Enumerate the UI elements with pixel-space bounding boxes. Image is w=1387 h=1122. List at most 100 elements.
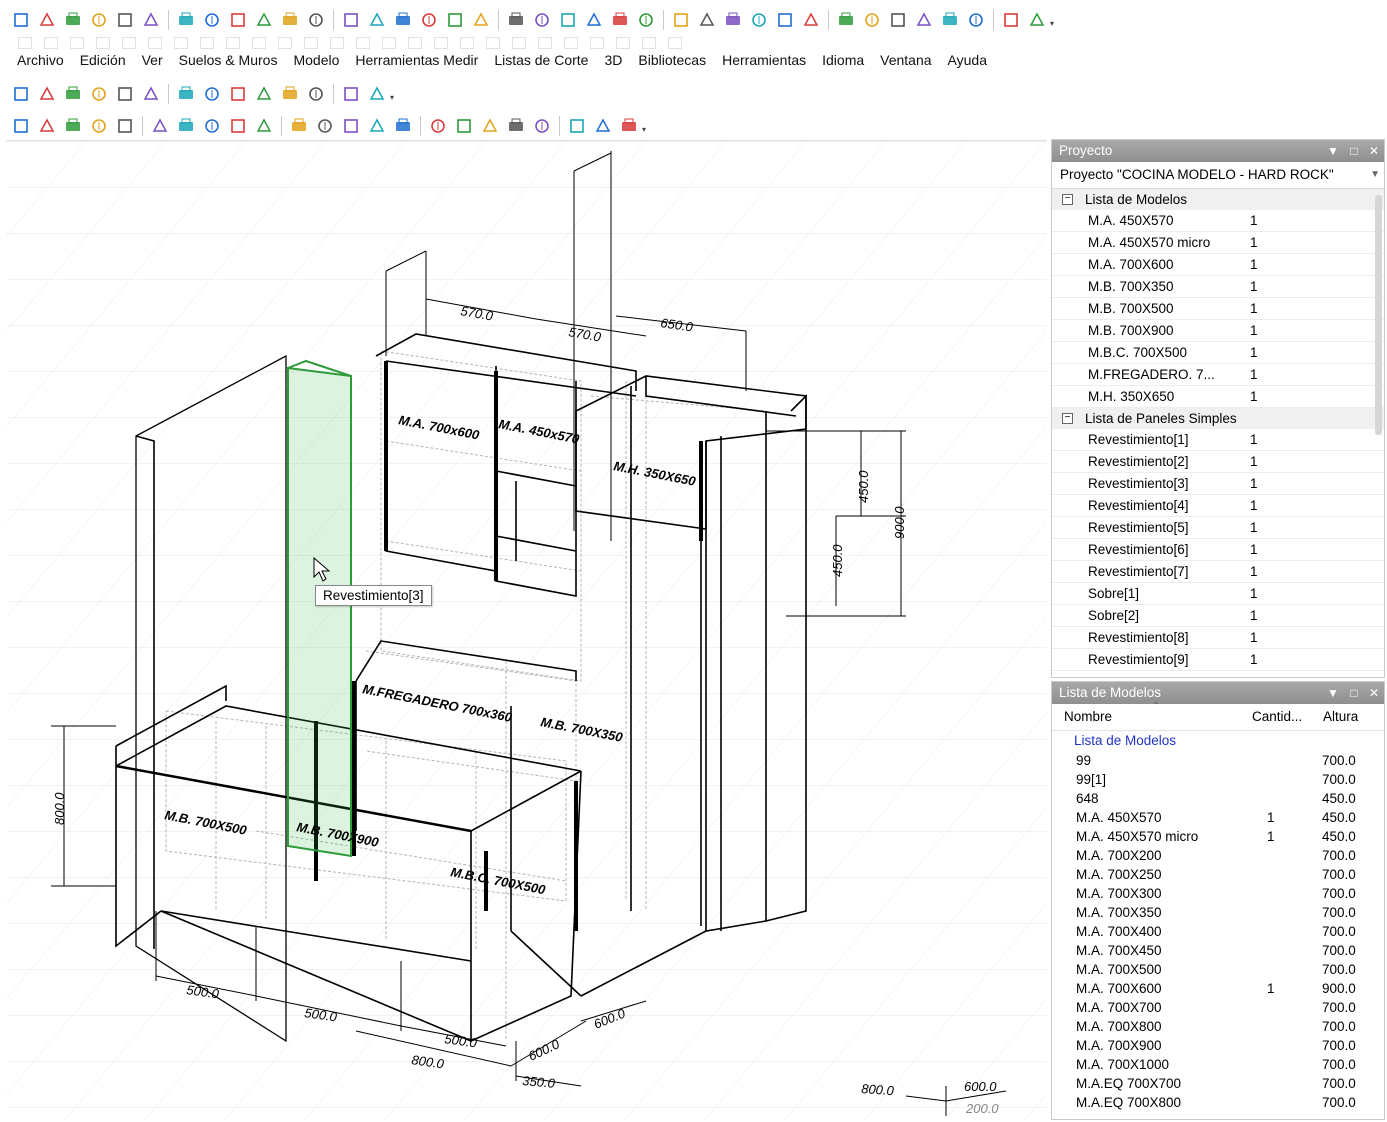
cabinet3-blue-icon[interactable] — [776, 11, 794, 29]
material-icon[interactable] — [507, 117, 525, 135]
pencil-icon[interactable] — [637, 11, 655, 29]
tree-group[interactable]: − Lista de Modelos — [1052, 189, 1384, 210]
tree-row[interactable]: Revestimiento[4] 1 — [1052, 495, 1384, 517]
panel-menu-icon[interactable]: ▼ — [1324, 140, 1342, 162]
menu-item-2[interactable]: Ver — [133, 50, 170, 70]
shape4-icon[interactable] — [90, 117, 108, 135]
tree-row[interactable]: Revestimiento[1] 1 — [1052, 429, 1384, 451]
panel-icon[interactable] — [342, 117, 360, 135]
grid-icon[interactable] — [394, 117, 412, 135]
print-icon[interactable] — [116, 11, 134, 29]
menu-item-3[interactable]: Suelos & Muros — [170, 50, 285, 70]
shape2-icon[interactable] — [38, 117, 56, 135]
arrange-icon[interactable] — [429, 117, 447, 135]
menu-item-11[interactable]: Ventana — [871, 50, 938, 70]
panel-float-icon[interactable]: □ — [1345, 682, 1363, 704]
grid-red-icon[interactable] — [507, 11, 525, 29]
list-edit-icon[interactable] — [698, 11, 716, 29]
zoom-out-icon[interactable] — [941, 11, 959, 29]
zoom-extent-icon[interactable] — [967, 11, 985, 29]
view-cube1-icon[interactable] — [64, 85, 82, 103]
redo-icon[interactable] — [203, 11, 221, 29]
column-header-cantidad[interactable]: Cantid... — [1252, 704, 1302, 730]
tree-row[interactable]: Revestimiento[3] 1 — [1052, 473, 1384, 495]
tree-row[interactable]: M.B. 700X350 1 — [1052, 276, 1384, 298]
tree-row[interactable]: M.FREGADERO. 7... 1 — [1052, 364, 1384, 386]
render-cube1-icon[interactable] — [281, 85, 299, 103]
menu-item-9[interactable]: Herramientas — [713, 50, 813, 70]
panel-close-icon[interactable]: ✕ — [1365, 682, 1383, 704]
cabinet-drawing[interactable]: M.A. 700x600 M.A. 450x570 M.H. 350X650 M… — [6, 141, 1046, 1119]
3d-viewport[interactable]: M.A. 700x600 M.A. 450x570 M.H. 350X650 M… — [6, 140, 1046, 1119]
measure-icon[interactable] — [594, 117, 612, 135]
chevron-down-icon[interactable]: ▼ — [1370, 162, 1380, 188]
tree-row[interactable]: M.B. 700X500 1 — [1052, 298, 1384, 320]
tree-row[interactable]: Sobre[1] 1 — [1052, 583, 1384, 605]
tree-row[interactable]: M.H. 350X650 1 — [1052, 386, 1384, 408]
list-row[interactable]: M.A. 700X350 700.0 — [1052, 903, 1384, 922]
copy-view-icon[interactable] — [281, 11, 299, 29]
tree-row[interactable]: Revestimiento[9] 1 — [1052, 649, 1384, 671]
open-project-icon[interactable] — [38, 11, 56, 29]
list-row[interactable]: M.A. 700X700 700.0 — [1052, 998, 1384, 1017]
brush-icon[interactable] — [481, 117, 499, 135]
iso-cube2-icon[interactable] — [203, 85, 221, 103]
module-icon[interactable] — [255, 117, 273, 135]
cabinet2-blue-icon[interactable] — [750, 11, 768, 29]
column-header-altura[interactable]: Altura — [1323, 704, 1358, 730]
iso-cube1-icon[interactable] — [177, 85, 195, 103]
tree-row[interactable]: M.B. 700X900 1 — [1052, 320, 1384, 342]
drawer-icon[interactable] — [316, 117, 334, 135]
toolbar-overflow-icon[interactable]: ▾ — [390, 85, 396, 103]
shape3-icon[interactable] — [64, 117, 82, 135]
panel-menu-icon[interactable]: ▼ — [1324, 682, 1342, 704]
tree-row[interactable]: Revestimiento[8] 1 — [1052, 627, 1384, 649]
frame2-icon[interactable] — [559, 11, 577, 29]
view-cube2-icon[interactable] — [90, 85, 108, 103]
tools-icon[interactable] — [342, 11, 360, 29]
list-group-header[interactable]: Lista de Modelos — [1052, 731, 1384, 751]
list-row[interactable]: 99[1] 700.0 — [1052, 770, 1384, 789]
zoom-in-icon[interactable] — [915, 11, 933, 29]
list-row[interactable]: M.A. 700X400 700.0 — [1052, 922, 1384, 941]
stack-icon[interactable] — [533, 117, 551, 135]
tree-row[interactable]: Revestimiento[5] 1 — [1052, 517, 1384, 539]
menu-item-4[interactable]: Modelo — [284, 50, 346, 70]
list-row[interactable]: M.A. 700X300 700.0 — [1052, 884, 1384, 903]
new-file-icon[interactable] — [12, 11, 30, 29]
cabinet4-blue-icon[interactable] — [802, 11, 820, 29]
selected-panel-revestimiento[interactable] — [287, 366, 352, 858]
hammer-icon[interactable] — [585, 11, 603, 29]
render-cube4-icon[interactable] — [368, 85, 386, 103]
boxes-icon[interactable] — [229, 117, 247, 135]
panel-close-icon[interactable]: ✕ — [1365, 140, 1383, 162]
door-icon[interactable] — [446, 11, 464, 29]
project-selector[interactable]: Proyecto "COCINA MODELO - HARD ROCK" ▼ — [1052, 162, 1384, 189]
cabinet-blue-icon[interactable] — [724, 11, 742, 29]
tree-row[interactable]: M.A. 450X570 1 — [1052, 210, 1384, 232]
list-row[interactable]: 99 700.0 — [1052, 751, 1384, 770]
cabinet5-blue-icon[interactable] — [837, 11, 855, 29]
list-row[interactable]: M.A. 700X600 1 900.0 — [1052, 979, 1384, 998]
color-cube-icon[interactable] — [255, 11, 273, 29]
tree-row[interactable]: Revestimiento[6] 1 — [1052, 539, 1384, 561]
menu-item-0[interactable]: Archivo — [8, 50, 71, 70]
panel-float-icon[interactable]: □ — [1345, 140, 1363, 162]
tree-row[interactable]: Revestimiento[10] 1 — [1052, 671, 1384, 676]
shelves-icon[interactable] — [116, 117, 134, 135]
pan-hand-icon[interactable] — [1028, 11, 1046, 29]
menu-item-12[interactable]: Ayuda — [939, 50, 994, 70]
stack2-icon[interactable] — [568, 117, 586, 135]
menu-item-1[interactable]: Edición — [71, 50, 133, 70]
menu-item-5[interactable]: Herramientas Medir — [346, 50, 485, 70]
tree-row[interactable]: M.A. 700X600 1 — [1052, 254, 1384, 276]
properties-icon[interactable] — [229, 11, 247, 29]
books-icon[interactable] — [611, 11, 629, 29]
list-row[interactable]: M.A. 700X900 700.0 — [1052, 1036, 1384, 1055]
save-icon[interactable] — [90, 11, 108, 29]
list-row[interactable]: 648 450.0 — [1052, 789, 1384, 808]
list-row[interactable]: M.A. 700X1000 700.0 — [1052, 1055, 1384, 1074]
list-row[interactable]: M.A. 700X250 700.0 — [1052, 865, 1384, 884]
view-cube3-icon[interactable] — [116, 85, 134, 103]
door-frame-icon[interactable] — [290, 117, 308, 135]
